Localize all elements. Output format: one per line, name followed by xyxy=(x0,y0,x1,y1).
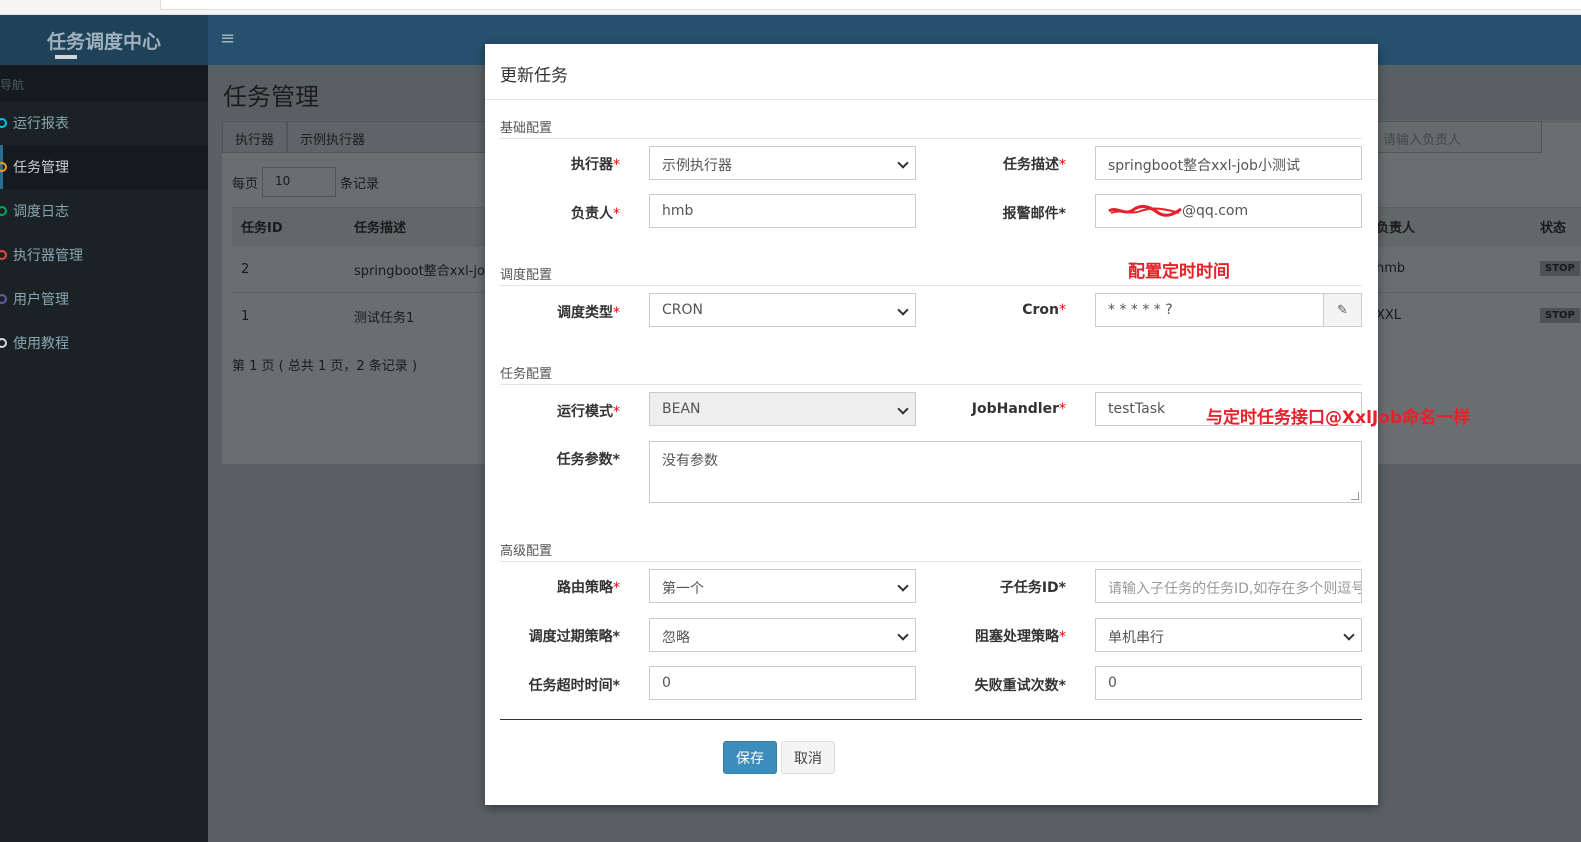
executor-label: 执行器* xyxy=(571,157,620,173)
status-badge: STOP xyxy=(1540,261,1580,276)
modal-header-divider xyxy=(485,99,1378,100)
column-header-status[interactable]: 状态 xyxy=(1540,217,1566,236)
job-param-label: 任务参数* xyxy=(556,452,620,468)
cron-input[interactable]: * * * * * ? xyxy=(1095,293,1324,327)
glue-type-label: 运行模式* xyxy=(557,404,620,420)
table-right-columns: 负责人 状态 hmb STOP XXL STOP xyxy=(1376,207,1580,339)
handler-annotation: 与定时任务接口@XxlJob命名一样 xyxy=(1206,408,1471,428)
block-strategy-select[interactable]: 单机串行 xyxy=(1095,618,1362,652)
browser-address-bar[interactable] xyxy=(160,0,1581,10)
edit-icon[interactable]: ✎ xyxy=(1323,293,1362,327)
job-param-text: 没有参数 xyxy=(662,453,718,469)
pagination-info: 第 1 页 ( 总共 1 页，2 条记录 ) xyxy=(232,359,418,374)
job-desc-input[interactable]: springboot整合xxl-job小测试 xyxy=(1095,146,1362,180)
status-badge: STOP xyxy=(1540,308,1580,323)
circle-icon xyxy=(0,338,7,348)
sidebar-item-label: 执行器管理 xyxy=(13,248,83,264)
sidebar-item-executors[interactable]: 执行器管理 xyxy=(0,233,208,277)
author-input[interactable]: hmb xyxy=(649,194,916,228)
table-header-right: 负责人 状态 xyxy=(1376,207,1580,245)
owner-filter-input[interactable]: 请输入负责人 xyxy=(1372,121,1542,153)
sidebar-item-report[interactable]: 运行报表 xyxy=(0,101,208,145)
cron-label: Cron* xyxy=(1022,302,1066,318)
executor-select[interactable]: 示例执行器 xyxy=(649,146,916,180)
child-job-label: 子任务ID* xyxy=(999,580,1066,596)
page-size-control: 每页 10 条记录 xyxy=(232,167,379,197)
route-strategy-label: 路由策略* xyxy=(557,580,620,596)
sidebar-item-label: 调度日志 xyxy=(13,204,69,220)
circle-icon xyxy=(0,118,7,128)
glue-type-select[interactable]: BEAN xyxy=(649,392,916,426)
alarm-email-domain: @qq.com xyxy=(1182,203,1249,219)
misfire-select[interactable]: 忽略 xyxy=(649,618,916,652)
app-logo-text: 任务调度中心 xyxy=(46,30,161,53)
cancel-button[interactable]: 取消 xyxy=(781,741,835,774)
sidebar: 导航 运行报表 任务管理 调度日志 执行器管理 用户管理 使用教程 xyxy=(0,65,208,842)
modal-footer-divider xyxy=(500,719,1362,720)
route-strategy-select[interactable]: 第一个 xyxy=(649,569,916,603)
child-job-input[interactable]: 请输入子任务的任务ID,如存在多个则逗号分隔 xyxy=(1095,569,1362,603)
cell-desc: springboot整合xxl-job小测试 xyxy=(354,263,485,279)
column-header-id[interactable]: 任务ID xyxy=(232,217,345,236)
section-task: 任务配置 xyxy=(500,363,1362,385)
circle-icon xyxy=(0,294,7,304)
page-title: 任务管理 xyxy=(223,83,319,111)
sidebar-item-label: 任务管理 xyxy=(13,160,69,176)
circle-icon xyxy=(0,162,7,172)
timeout-input[interactable]: 0 xyxy=(649,666,916,700)
app-logo[interactable]: 任务调度中心 xyxy=(0,15,208,65)
cell-id: 2 xyxy=(241,261,250,277)
block-strategy-label: 阻塞处理策略* xyxy=(975,629,1066,645)
page-size-select[interactable]: 10 xyxy=(262,167,337,197)
alarm-email-label: 报警邮件* xyxy=(1002,206,1066,222)
circle-icon xyxy=(0,206,7,216)
sidebar-item-label: 用户管理 xyxy=(13,292,69,308)
schedule-type-select[interactable]: CRON xyxy=(649,293,916,327)
executor-filter-label: 执行器 xyxy=(222,121,288,153)
cell-owner: XXL xyxy=(1376,308,1402,323)
table-row-right[interactable]: hmb STOP xyxy=(1376,245,1580,292)
save-button[interactable]: 保存 xyxy=(723,741,777,774)
section-basic: 基础配置 xyxy=(500,117,1362,139)
sidebar-item-logs[interactable]: 调度日志 xyxy=(0,189,208,233)
redaction-scribble xyxy=(1108,204,1182,217)
fail-retry-label: 失败重试次数* xyxy=(974,678,1066,694)
sidebar-item-users[interactable]: 用户管理 xyxy=(0,277,208,321)
sidebar-nav-header: 导航 xyxy=(0,65,208,101)
cron-annotation: 配置定时时间 xyxy=(1128,262,1230,282)
section-advanced: 高级配置 xyxy=(500,540,1362,562)
schedule-type-label: 调度类型* xyxy=(557,305,620,321)
menu-toggle-icon[interactable]: ≡ xyxy=(220,28,235,49)
sidebar-item-label: 运行报表 xyxy=(13,116,69,132)
page-size-prefix: 每页 xyxy=(232,176,259,192)
job-handler-label: JobHandler* xyxy=(971,401,1066,417)
fail-retry-input[interactable]: 0 xyxy=(1095,666,1362,700)
section-schedule: 调度配置 xyxy=(500,264,1362,286)
timeout-label: 任务超时时间* xyxy=(528,678,620,694)
table-row-right[interactable]: XXL STOP xyxy=(1376,292,1580,339)
column-header-desc[interactable]: 任务描述 xyxy=(345,217,485,236)
job-param-textarea[interactable]: 没有参数 xyxy=(649,441,1362,503)
sidebar-item-jobs[interactable]: 任务管理 xyxy=(0,145,208,189)
circle-icon xyxy=(0,250,7,260)
misfire-label: 调度过期策略* xyxy=(528,629,620,645)
cell-desc: 测试任务1 xyxy=(354,310,415,326)
cell-owner: hmb xyxy=(1376,261,1406,276)
cell-id: 1 xyxy=(241,308,250,324)
executor-filter[interactable]: 执行器 示例执行器 xyxy=(222,121,488,153)
sidebar-item-help[interactable]: 使用教程 xyxy=(0,321,208,365)
page-size-suffix: 条记录 xyxy=(340,176,380,192)
logo-underline xyxy=(55,55,77,59)
modal-title: 更新任务 xyxy=(500,66,568,86)
sidebar-item-label: 使用教程 xyxy=(13,336,69,352)
job-desc-label: 任务描述* xyxy=(1003,157,1066,173)
resize-handle-icon[interactable] xyxy=(1351,492,1359,500)
column-header-owner[interactable]: 负责人 xyxy=(1376,217,1540,236)
author-label: 负责人* xyxy=(571,206,620,222)
browser-top-strip xyxy=(0,0,1581,15)
executor-filter-value[interactable]: 示例执行器 xyxy=(287,121,488,153)
